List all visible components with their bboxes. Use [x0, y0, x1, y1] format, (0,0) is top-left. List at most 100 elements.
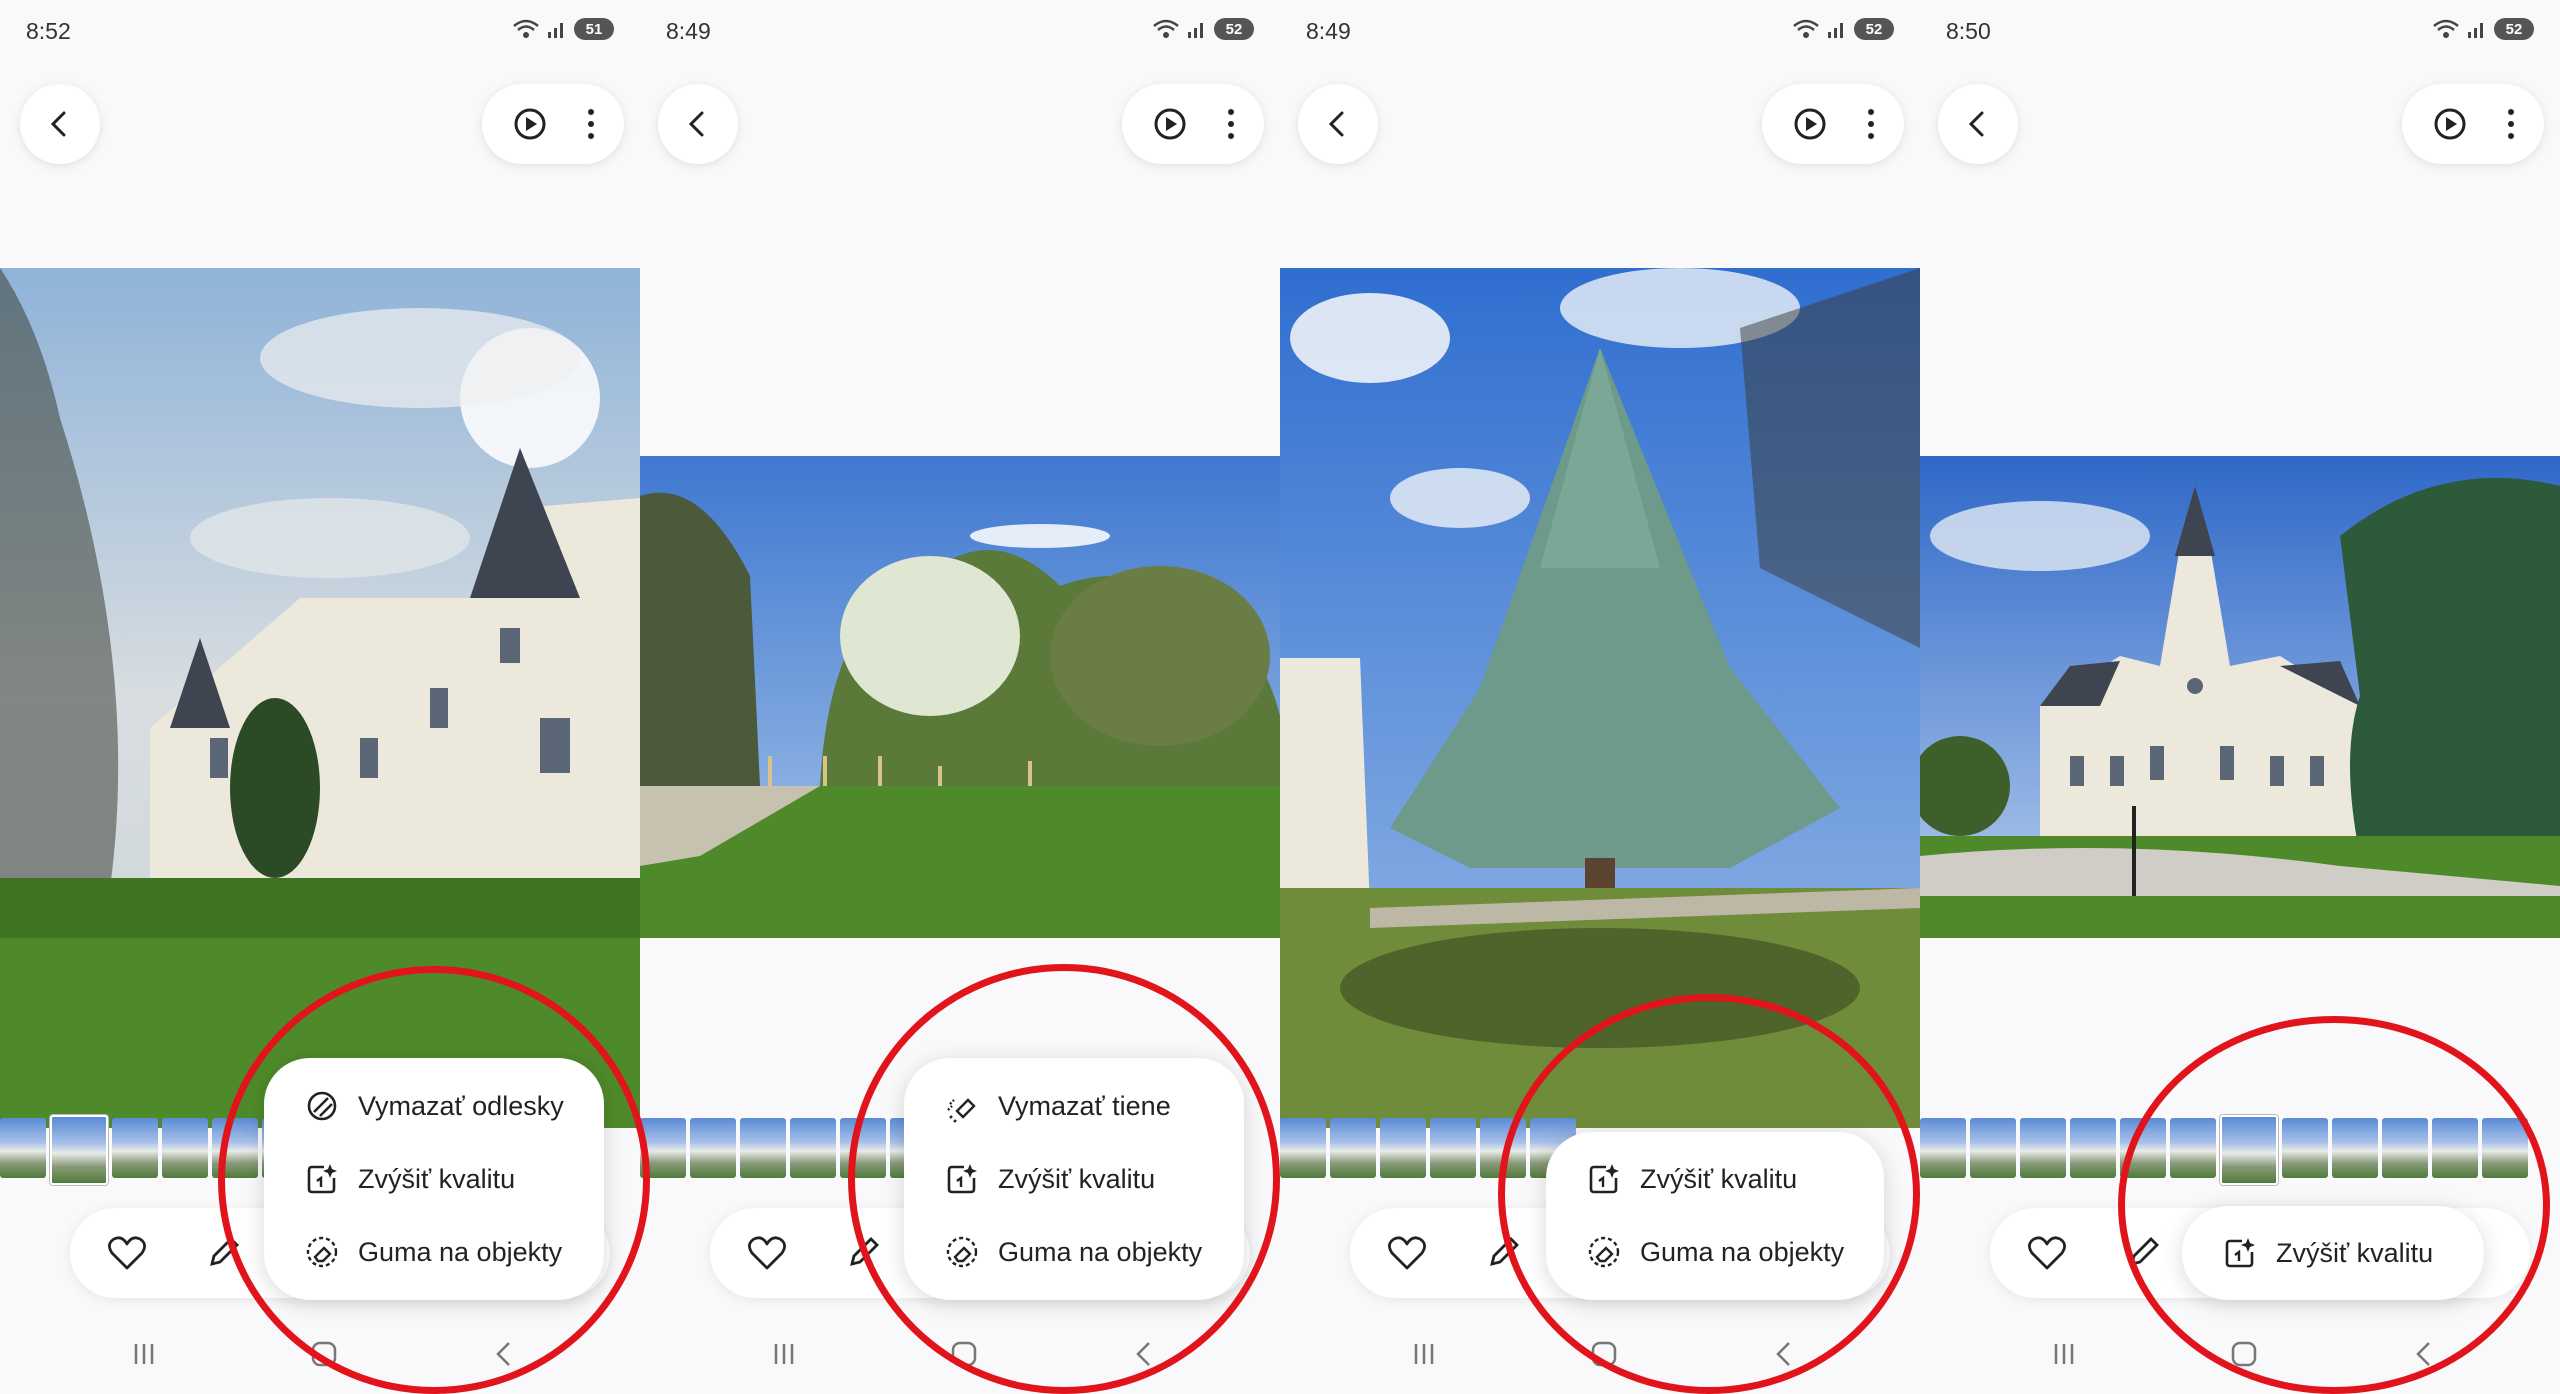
motion-play-icon[interactable]: [2430, 104, 2470, 144]
system-nav-bar: [0, 1330, 640, 1378]
edit-pencil-icon[interactable]: [204, 1232, 244, 1272]
chevron-left-icon: [1328, 111, 1344, 137]
thumbnail[interactable]: [2482, 1118, 2528, 1178]
thumbnail[interactable]: [2170, 1118, 2216, 1178]
back-nav-icon[interactable]: [1768, 1338, 1800, 1370]
thumbnail-strip: [1920, 1115, 2528, 1185]
menu-item-object-eraser[interactable]: Guma na objekty: [904, 1222, 1244, 1282]
thumbnail[interactable]: [2020, 1118, 2066, 1178]
more-options-icon[interactable]: [585, 106, 597, 142]
thumbnail[interactable]: [840, 1118, 886, 1178]
generative-suggestions-menu: Vymazať odlesky Zvýšiť kvalitu Guma na o…: [264, 1058, 604, 1300]
generative-suggestions-menu: Zvýšiť kvalitu Guma na objekty: [1546, 1132, 1884, 1300]
thumbnail-strip: [640, 1118, 936, 1178]
favorite-heart-icon[interactable]: [106, 1232, 148, 1274]
wifi-icon: [513, 19, 539, 38]
favorite-heart-icon[interactable]: [1386, 1232, 1428, 1274]
thumbnail[interactable]: [2282, 1118, 2328, 1178]
thumbnail[interactable]: [2382, 1118, 2428, 1178]
home-icon[interactable]: [1588, 1338, 1620, 1370]
thumbnail[interactable]: [162, 1118, 208, 1178]
menu-item-enhance-quality[interactable]: Zvýšiť kvalitu: [904, 1149, 1244, 1209]
back-button[interactable]: [1938, 84, 2018, 164]
recent-apps-icon[interactable]: [768, 1338, 800, 1370]
motion-play-icon[interactable]: [1790, 104, 1830, 144]
top-actions: [2402, 84, 2544, 164]
phone-screen-1: 8:52 51 Vymazať odlesky Zvýšiť kvalitu G…: [0, 0, 640, 1394]
photo-park-trees[interactable]: [640, 456, 1280, 938]
thumbnail-selected[interactable]: [50, 1115, 108, 1185]
menu-item-enhance-quality[interactable]: Zvýšiť kvalitu: [264, 1149, 604, 1209]
thumbnail[interactable]: [1280, 1118, 1326, 1178]
more-options-icon[interactable]: [1865, 106, 1877, 142]
system-nav-bar: [1280, 1330, 1920, 1378]
back-button[interactable]: [658, 84, 738, 164]
menu-item-object-eraser[interactable]: Guma na objekty: [1546, 1222, 1884, 1282]
recent-apps-icon[interactable]: [128, 1338, 160, 1370]
back-button[interactable]: [20, 84, 100, 164]
menu-item-remove-shadows[interactable]: Vymazať tiene: [904, 1076, 1244, 1136]
home-icon[interactable]: [948, 1338, 980, 1370]
more-options-icon[interactable]: [2505, 106, 2517, 142]
thumbnail[interactable]: [2332, 1118, 2378, 1178]
thumbnail[interactable]: [2120, 1118, 2166, 1178]
photo-castle-front[interactable]: [1920, 456, 2560, 938]
thumbnail[interactable]: [790, 1118, 836, 1178]
thumbnail[interactable]: [640, 1118, 686, 1178]
thumbnail[interactable]: [0, 1118, 46, 1178]
back-button[interactable]: [1298, 84, 1378, 164]
signal-icon: [2468, 23, 2483, 38]
thumbnail[interactable]: [1330, 1118, 1376, 1178]
home-icon[interactable]: [2228, 1338, 2260, 1370]
motion-play-icon[interactable]: [510, 104, 550, 144]
menu-item-label: Guma na objekty: [1640, 1236, 1845, 1267]
photo-castle-side[interactable]: [0, 268, 640, 1128]
top-actions: [482, 84, 624, 164]
back-nav-icon[interactable]: [1128, 1338, 1160, 1370]
thumbnail[interactable]: [1430, 1118, 1476, 1178]
phone-screen-2: 8:49 52 Vymazať tiene Zvýšiť kvalitu Gum…: [640, 0, 1280, 1394]
thumbnail[interactable]: [1480, 1118, 1526, 1178]
generative-suggestions-menu: Vymazať tiene Zvýšiť kvalitu Guma na obj…: [904, 1058, 1244, 1300]
thumbnail[interactable]: [212, 1118, 258, 1178]
status-time: 8:49: [666, 18, 711, 44]
signal-icon: [1828, 23, 1843, 38]
motion-play-icon[interactable]: [1150, 104, 1190, 144]
favorite-heart-icon[interactable]: [746, 1232, 788, 1274]
wifi-icon: [1793, 19, 1819, 38]
edit-pencil-icon[interactable]: [1484, 1232, 1524, 1272]
back-nav-icon[interactable]: [488, 1338, 520, 1370]
status-icons: 51: [512, 18, 614, 40]
thumbnail-selected[interactable]: [2220, 1115, 2278, 1185]
thumbnail[interactable]: [112, 1118, 158, 1178]
thumbnail[interactable]: [2070, 1118, 2116, 1178]
menu-item-object-eraser[interactable]: Guma na objekty: [264, 1222, 604, 1282]
thumbnail[interactable]: [2432, 1118, 2478, 1178]
menu-item-enhance-quality[interactable]: Zvýšiť kvalitu: [1546, 1149, 1884, 1209]
favorite-heart-icon[interactable]: [2026, 1232, 2068, 1274]
menu-item-enhance-quality[interactable]: Zvýšiť kvalitu: [2182, 1223, 2484, 1283]
edit-pencil-icon[interactable]: [2124, 1232, 2164, 1272]
thumbnail[interactable]: [740, 1118, 786, 1178]
back-nav-icon[interactable]: [2408, 1338, 2440, 1370]
top-actions: [1122, 84, 1264, 164]
status-icons: 52: [1792, 18, 1894, 40]
photo-spruce-tree[interactable]: [1280, 268, 1920, 1128]
status-icons: 52: [1152, 18, 1254, 40]
recent-apps-icon[interactable]: [1408, 1338, 1440, 1370]
more-options-icon[interactable]: [1225, 106, 1237, 142]
battery-badge: 51: [574, 18, 614, 40]
thumbnail[interactable]: [690, 1118, 736, 1178]
thumbnail-strip: [1280, 1118, 1576, 1178]
menu-item-remove-reflections[interactable]: Vymazať odlesky: [264, 1076, 604, 1136]
menu-item-label: Vymazať odlesky: [358, 1090, 564, 1121]
thumbnail[interactable]: [1380, 1118, 1426, 1178]
menu-item-label: Zvýšiť kvalitu: [2276, 1237, 2434, 1268]
recent-apps-icon[interactable]: [2048, 1338, 2080, 1370]
thumbnail[interactable]: [1970, 1118, 2016, 1178]
thumbnail[interactable]: [1920, 1118, 1966, 1178]
edit-pencil-icon[interactable]: [844, 1232, 884, 1272]
chevron-left-icon: [688, 111, 704, 137]
generative-suggestions-menu: Zvýšiť kvalitu: [2182, 1206, 2484, 1300]
home-icon[interactable]: [308, 1338, 340, 1370]
